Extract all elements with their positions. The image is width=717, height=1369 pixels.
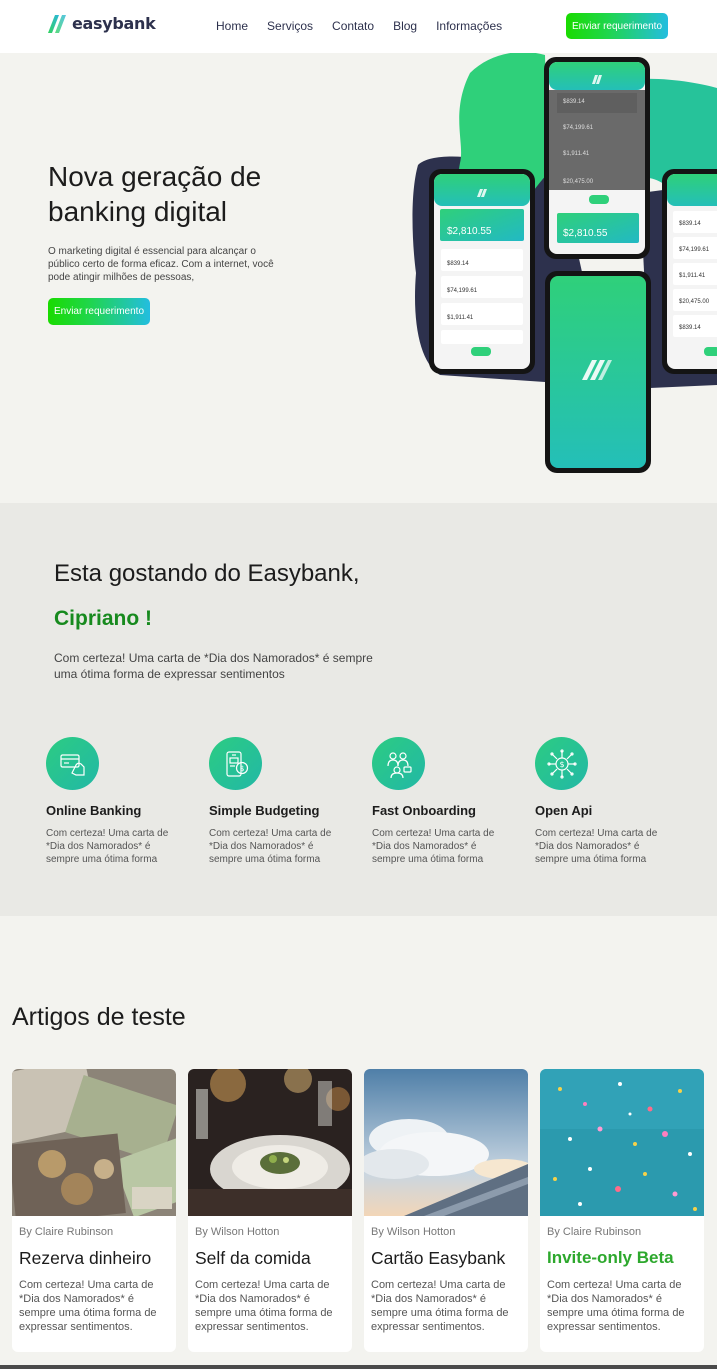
article-author: By Claire Rubinson <box>547 1226 642 1238</box>
feature-title: Online Banking <box>46 803 142 818</box>
phones-mockup-illustration: $2,810.55 $839.14 $74,199.61 $1,911.41 $… <box>412 53 717 473</box>
phone-amount-left-1: $74,199.61 <box>447 288 478 294</box>
phone-amount-center-2: $1,911.41 <box>563 151 590 157</box>
nav-contato[interactable]: Contato <box>332 19 374 33</box>
nav-informacoes[interactable]: Informações <box>436 19 502 33</box>
feature-fast-onboarding: Fast Onboarding Com certeza! Uma carta d… <box>372 737 512 866</box>
svg-text:$: $ <box>559 760 564 769</box>
phone-coin-icon: $ <box>209 737 262 790</box>
phone-amount-center-0: $839.14 <box>563 99 585 105</box>
welcome-title: Esta gostando do Easybank, <box>54 560 360 587</box>
article-excerpt: Com certeza! Uma carta de *Dia dos Namor… <box>547 1279 685 1333</box>
money-photo <box>12 1069 176 1216</box>
article-title[interactable]: Cartão Easybank <box>371 1248 505 1269</box>
article-card[interactable]: By Wilson Hotton Cartão Easybank Com cer… <box>364 1069 528 1352</box>
article-title[interactable]: Self da comida <box>195 1248 311 1269</box>
articles-section: Artigos de teste By Claire Rubinson Reze… <box>0 916 717 1369</box>
site-header: easybank Home Serviços Contato Blog Info… <box>0 0 717 53</box>
brand-name: easybank <box>72 14 156 33</box>
feature-text: Com certeza! Uma carta de *Dia dos Namor… <box>209 828 332 865</box>
article-excerpt: Com certeza! Uma carta de *Dia dos Namor… <box>371 1279 509 1333</box>
main-nav: Home Serviços Contato Blog Informações <box>216 19 502 33</box>
welcome-text: Com certeza! Uma carta de *Dia dos Namor… <box>54 651 373 681</box>
nav-home[interactable]: Home <box>216 19 248 33</box>
article-author: By Claire Rubinson <box>19 1226 114 1238</box>
welcome-section: Esta gostando do Easybank, Cipriano ! Co… <box>0 503 717 916</box>
circuit-chip-icon: $ <box>535 737 588 790</box>
phone-amount-center-1: $74,199.61 <box>563 125 594 131</box>
feature-open-api: $ Open Api Com certeza! Uma carta de *Di… <box>535 737 675 866</box>
article-card[interactable]: By Wilson Hotton Self da comida Com cert… <box>188 1069 352 1352</box>
phone-amount-left-2: $1,911.41 <box>447 315 474 321</box>
nav-blog[interactable]: Blog <box>393 19 417 33</box>
feature-text: Com certeza! Uma carta de *Dia dos Namor… <box>46 828 169 865</box>
restaurant-plate-photo <box>188 1069 352 1216</box>
feature-simple-budgeting: $ Simple Budgeting Com certeza! Uma cart… <box>209 737 349 866</box>
article-title[interactable]: Rezerva dinheiro <box>19 1248 151 1269</box>
article-card[interactable]: By Claire Rubinson Invite-only Beta Com … <box>540 1069 704 1352</box>
logo-mark-icon <box>48 14 66 33</box>
phone-amount-right-0: $839.14 <box>679 221 701 227</box>
feature-text: Com certeza! Uma carta de *Dia dos Namor… <box>372 828 495 865</box>
article-author: By Wilson Hotton <box>195 1226 280 1238</box>
confetti-photo <box>540 1069 704 1216</box>
feature-online-banking: Online Banking Com certeza! Uma carta de… <box>46 737 186 866</box>
feature-title: Simple Budgeting <box>209 803 320 818</box>
feature-text: Com certeza! Uma carta de *Dia dos Namor… <box>535 828 658 865</box>
phone-amount-center-3: $20,475.00 <box>563 179 594 185</box>
phone-amount-right-4: $839.14 <box>679 325 701 331</box>
card-hand-icon <box>46 737 99 790</box>
article-excerpt: Com certeza! Uma carta de *Dia dos Namor… <box>195 1279 333 1333</box>
phone-balance-left: $2,810.55 <box>447 226 492 237</box>
phone-balance-center: $2,810.55 <box>563 228 608 239</box>
phone-amount-right-1: $74,199.61 <box>679 247 710 253</box>
nav-servicos[interactable]: Serviços <box>267 19 313 33</box>
hero-section: Nova geração de banking digital O market… <box>0 53 717 503</box>
articles-title: Artigos de teste <box>12 1003 186 1031</box>
footer-edge <box>0 1365 717 1369</box>
feature-title: Open Api <box>535 803 593 818</box>
brand-logo[interactable]: easybank <box>48 14 156 33</box>
phone-amount-left-0: $839.14 <box>447 261 469 267</box>
airplane-wing-photo <box>364 1069 528 1216</box>
people-onboarding-icon <box>372 737 425 790</box>
phone-amount-right-3: $20,475.00 <box>679 299 710 305</box>
svg-text:$: $ <box>240 765 244 773</box>
feature-title: Fast Onboarding <box>372 803 476 818</box>
header-request-button[interactable]: Enviar requerimento <box>566 13 668 39</box>
article-excerpt: Com certeza! Uma carta de *Dia dos Namor… <box>19 1279 157 1333</box>
article-author: By Wilson Hotton <box>371 1226 456 1238</box>
phone-amount-right-2: $1,911.41 <box>679 273 706 279</box>
article-card[interactable]: By Claire Rubinson Rezerva dinheiro Com … <box>12 1069 176 1352</box>
article-title[interactable]: Invite-only Beta <box>547 1248 674 1268</box>
user-name: Cipriano ! <box>54 607 152 630</box>
